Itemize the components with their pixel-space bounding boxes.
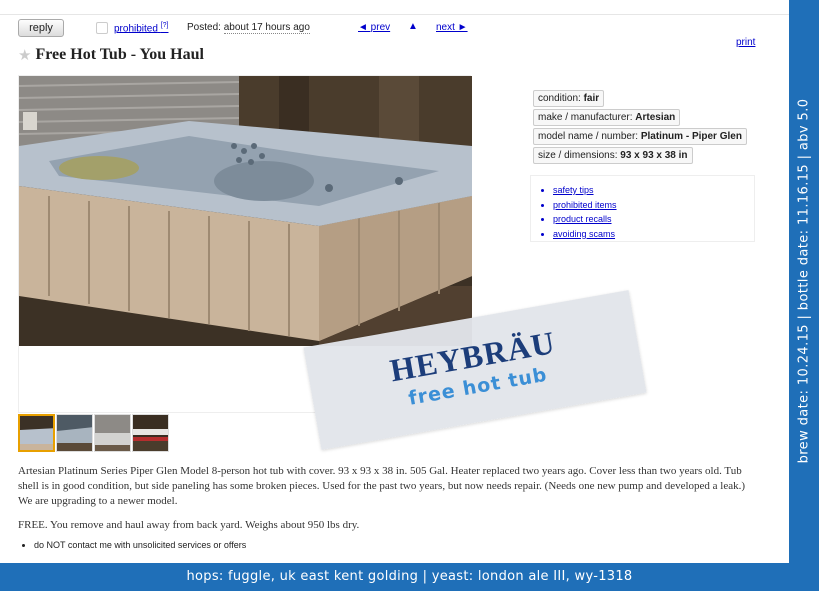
prev-link[interactable]: ◄ prev bbox=[358, 22, 390, 33]
flag-checkbox[interactable] bbox=[96, 22, 108, 34]
hot-tub-photo bbox=[19, 76, 472, 346]
notices-list: do NOT contact me with unsolicited servi… bbox=[22, 540, 246, 550]
safety-link-item[interactable]: avoiding scams bbox=[553, 227, 754, 242]
attr-key: size / dimensions: bbox=[538, 150, 621, 161]
thumbnail-1[interactable] bbox=[18, 414, 55, 452]
posting-body-free: FREE. You remove and haul away from back… bbox=[18, 519, 360, 531]
reply-button[interactable]: reply bbox=[18, 19, 64, 37]
attr-model: model name / number: Platinum - Piper Gl… bbox=[533, 128, 747, 145]
safety-links-box: safety tips prohibited items product rec… bbox=[530, 175, 755, 242]
thumbnail-image bbox=[57, 415, 92, 451]
avoiding-scams-link[interactable]: avoiding scams bbox=[553, 229, 615, 239]
safety-link-item[interactable]: safety tips bbox=[553, 183, 754, 198]
posting-body: Artesian Platinum Series Piper Glen Mode… bbox=[18, 465, 746, 507]
posted-time: about 17 hours ago bbox=[223, 22, 310, 34]
attr-value: Platinum - Piper Glen bbox=[640, 131, 742, 142]
posted-info: Posted: about 17 hours ago bbox=[187, 22, 310, 34]
top-divider bbox=[0, 14, 789, 15]
posting-title-row: ★ Free Hot Tub - You Haul bbox=[18, 46, 204, 64]
safety-link-item[interactable]: prohibited items bbox=[553, 198, 754, 213]
thumbnail-4[interactable] bbox=[132, 414, 169, 452]
product-recalls-link[interactable]: product recalls bbox=[553, 214, 612, 224]
thumbnail-image bbox=[95, 415, 130, 451]
attr-key: model name / number: bbox=[538, 131, 641, 142]
attr-key: condition: bbox=[538, 93, 584, 104]
posted-label: Posted: bbox=[187, 22, 221, 33]
craigslist-posting-page: reply prohibited [?] Posted: about 17 ho… bbox=[0, 0, 789, 563]
prohibited-link[interactable]: prohibited [?] bbox=[114, 22, 169, 34]
print-link[interactable]: print bbox=[736, 37, 755, 48]
posting-title: Free Hot Tub - You Haul bbox=[35, 46, 204, 63]
prohibited-link-label[interactable]: prohibited bbox=[114, 23, 158, 34]
attr-key: make / manufacturer: bbox=[538, 112, 636, 123]
thumbnail-3[interactable] bbox=[94, 414, 131, 452]
main-photo[interactable] bbox=[19, 76, 472, 346]
prohibited-help-link[interactable]: [?] bbox=[161, 22, 169, 29]
attribute-group: condition: fair make / manufacturer: Art… bbox=[533, 88, 747, 164]
brew-info-text: brew date: 10.24.15 | bottle date: 11.16… bbox=[796, 98, 812, 464]
up-arrow-icon[interactable]: ▲ bbox=[408, 21, 418, 32]
safety-link-item[interactable]: product recalls bbox=[553, 212, 754, 227]
star-icon[interactable]: ★ bbox=[18, 46, 31, 64]
attr-make: make / manufacturer: Artesian bbox=[533, 109, 681, 126]
hops-yeast-footer: hops: fuggle, uk east kent golding | yea… bbox=[0, 563, 819, 591]
attr-condition: condition: fair bbox=[533, 90, 605, 107]
next-link[interactable]: next ► bbox=[436, 22, 468, 33]
thumbnail-image bbox=[20, 416, 53, 450]
attr-value: fair bbox=[583, 93, 600, 104]
attr-size: size / dimensions: 93 x 93 x 38 in bbox=[533, 147, 693, 164]
thumbnail-2[interactable] bbox=[56, 414, 93, 452]
safety-tips-link[interactable]: safety tips bbox=[553, 185, 594, 195]
thumbnail-strip bbox=[18, 414, 169, 452]
notice-item: do NOT contact me with unsolicited servi… bbox=[34, 540, 246, 550]
attr-value: 93 x 93 x 38 in bbox=[620, 150, 688, 161]
thumbnail-image bbox=[133, 415, 168, 451]
attr-value: Artesian bbox=[635, 112, 676, 123]
prohibited-items-link[interactable]: prohibited items bbox=[553, 200, 617, 210]
